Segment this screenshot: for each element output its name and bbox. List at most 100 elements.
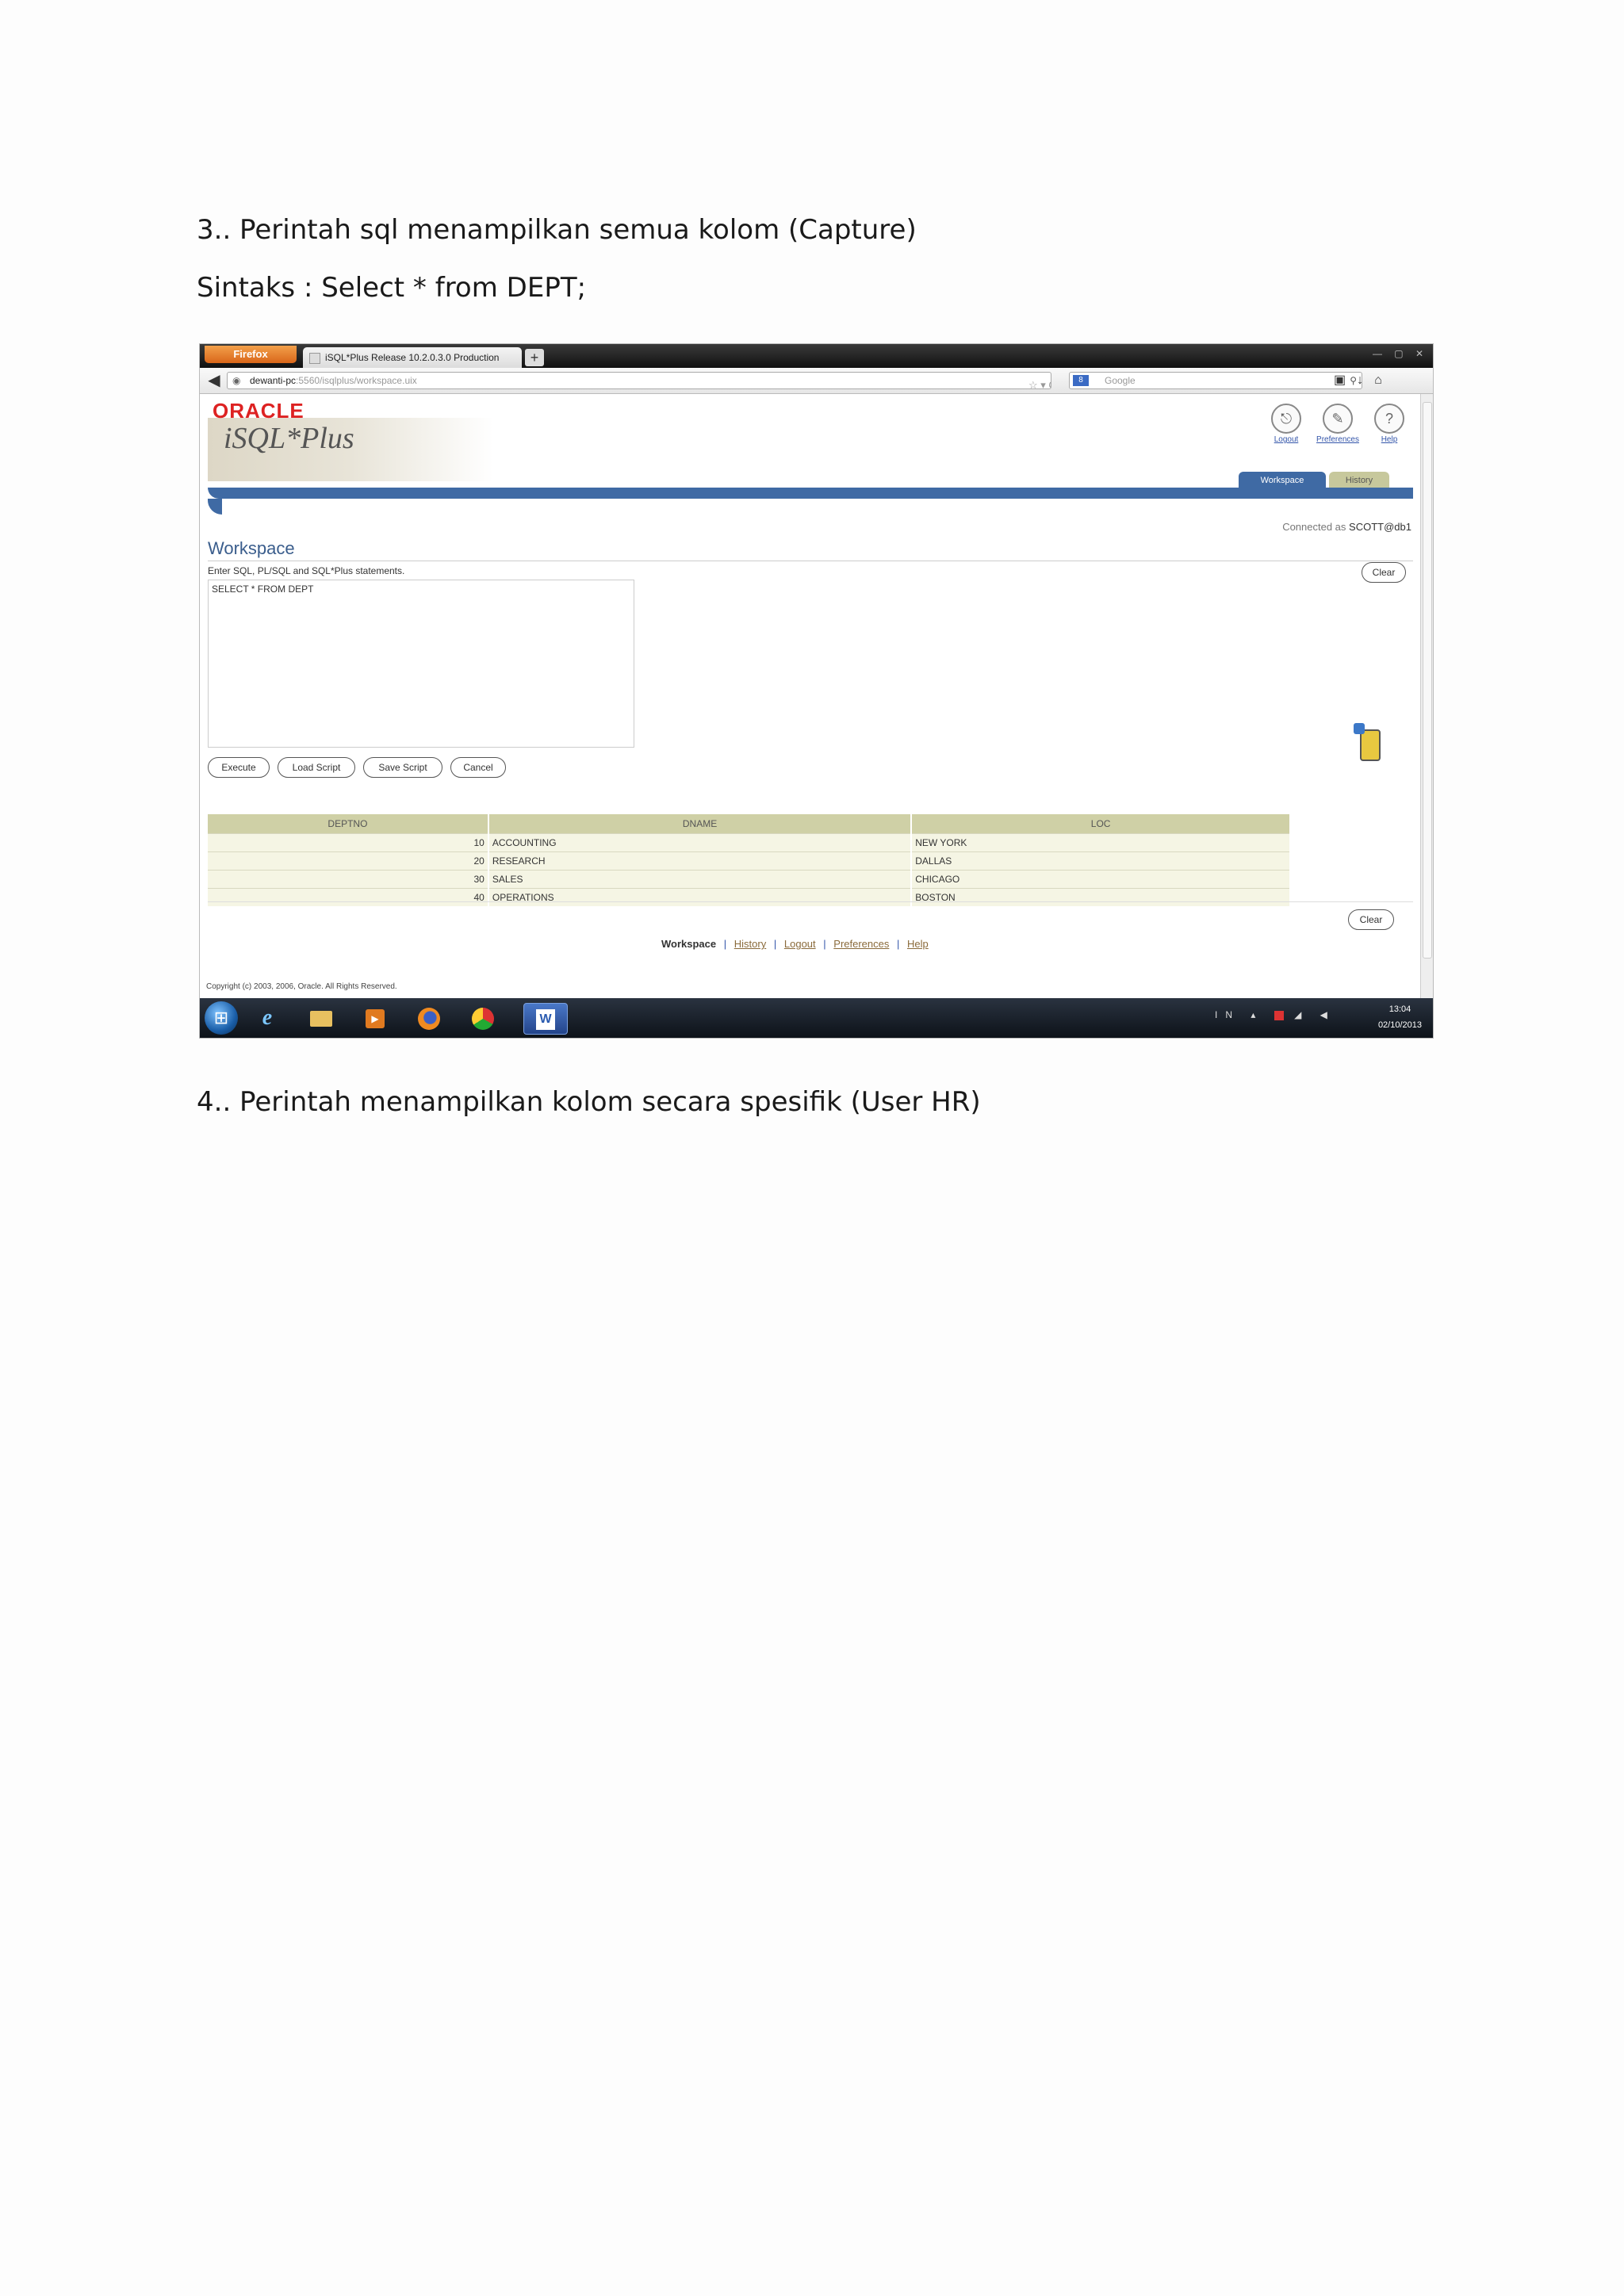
connected-as: Connected as SCOTT@db1 xyxy=(1282,521,1411,533)
help-label: Help xyxy=(1381,435,1398,444)
tab-bar-rule xyxy=(208,488,1413,499)
device-body xyxy=(1360,729,1381,761)
clock-time: 13:04 xyxy=(1388,1004,1411,1014)
footer-divider xyxy=(208,901,1413,902)
url-host: dewanti-pc xyxy=(250,375,297,386)
cell-dname: ACCOUNTING xyxy=(488,833,913,852)
column-header: DEPTNO xyxy=(208,814,489,834)
copyright-text: Copyright (c) 2003, 2006, Oracle. All Ri… xyxy=(206,982,397,991)
firefox-icon[interactable] xyxy=(411,1003,447,1033)
isqlplus-page: ORACLE iSQL*Plus ⎋ Logout ✎ Preferences … xyxy=(200,394,1421,998)
vertical-scrollbar[interactable] xyxy=(1420,394,1433,998)
search-input[interactable]: 8 Google ⚲ xyxy=(1069,372,1362,389)
start-orb-icon[interactable]: ⊞ xyxy=(205,1001,238,1035)
cell-dname: RESEARCH xyxy=(488,851,913,871)
footer-separator: | xyxy=(723,938,727,950)
help-link[interactable]: ? Help xyxy=(1365,404,1413,444)
tray-arrow-icon[interactable]: ▴ xyxy=(1251,1009,1263,1020)
network-icon[interactable]: ◢ xyxy=(1294,1009,1309,1020)
table-row: 40 OPERATIONS BOSTON xyxy=(208,888,1291,906)
section-heading-4: 4.. Perintah menampilkan kolom secara sp… xyxy=(197,1086,981,1118)
cell-dname: SALES xyxy=(488,870,913,889)
cell-deptno: 40 xyxy=(208,888,489,906)
help-icon: ? xyxy=(1374,404,1404,434)
tab-bar-curve xyxy=(208,499,222,515)
product-title: iSQL*Plus xyxy=(224,422,354,455)
screenshot-frame: Firefox iSQL*Plus Release 10.2.0.3.0 Pro… xyxy=(200,344,1433,1038)
bookmark-star-icon[interactable]: ☆ ▾ C xyxy=(1028,377,1051,388)
language-indicator[interactable]: IN xyxy=(1215,1009,1240,1020)
cell-deptno: 20 xyxy=(208,851,489,871)
back-arrow-icon[interactable]: ◀ xyxy=(205,371,224,390)
results-table: DEPTNO DNAME LOC 10 ACCOUNTING NEW YORK … xyxy=(208,814,1291,906)
taskbar-clock[interactable]: 13:04 02/10/2013 xyxy=(1378,1001,1422,1033)
browser-tab[interactable]: iSQL*Plus Release 10.2.0.3.0 Production xyxy=(303,347,522,368)
word-icon[interactable]: W xyxy=(523,1003,568,1035)
system-tray[interactable]: IN ▴ ◢ ◀ xyxy=(1215,1009,1335,1020)
scrollbar-thumb[interactable] xyxy=(1423,402,1432,959)
load-script-button[interactable]: Load Script xyxy=(278,757,355,778)
page-title: Workspace xyxy=(208,538,295,558)
tab-history[interactable]: History xyxy=(1329,472,1389,489)
url-path: :5560/isqlplus/workspace.uix xyxy=(296,375,417,386)
search-placeholder: Google xyxy=(1105,375,1136,386)
new-tab-button[interactable]: + xyxy=(525,349,544,366)
browser-nav-bar: ◀ ◉ dewanti-pc:5560/isqlplus/workspace.u… xyxy=(200,368,1433,394)
cell-deptno: 30 xyxy=(208,870,489,889)
save-script-button[interactable]: Save Script xyxy=(363,757,442,778)
volume-icon[interactable]: ◀ xyxy=(1320,1009,1335,1020)
sql-input[interactable]: SELECT * FROM DEPT xyxy=(208,580,634,748)
connected-as-label: Connected as xyxy=(1282,521,1346,533)
preferences-icon: ✎ xyxy=(1323,404,1353,434)
cell-loc: NEW YORK xyxy=(911,833,1291,852)
clear-button-bottom[interactable]: Clear xyxy=(1348,909,1394,930)
device-accent xyxy=(1354,723,1365,734)
footer-separator: | xyxy=(897,938,900,950)
table-row: 30 SALES CHICAGO xyxy=(208,870,1291,889)
clear-button[interactable]: Clear xyxy=(1362,562,1406,583)
logout-link[interactable]: ⎋ Logout xyxy=(1262,404,1310,444)
footer-separator: | xyxy=(823,938,826,950)
execute-button[interactable]: Execute xyxy=(208,757,270,778)
tab-workspace[interactable]: Workspace xyxy=(1239,472,1326,489)
table-row: 20 RESEARCH DALLAS xyxy=(208,851,1291,871)
firefox-menu-button[interactable]: Firefox xyxy=(205,346,297,363)
footer-links: Workspace | History | Logout | Preferenc… xyxy=(661,938,929,950)
footer-link-preferences[interactable]: Preferences xyxy=(833,938,889,950)
preferences-link[interactable]: ✎ Preferences xyxy=(1314,404,1362,444)
chrome-icon[interactable] xyxy=(465,1003,501,1033)
globe-icon: ◉ xyxy=(232,375,241,386)
column-header: DNAME xyxy=(488,814,913,834)
footer-separator: | xyxy=(773,938,777,950)
cell-dname: OPERATIONS xyxy=(488,888,913,906)
column-header: LOC xyxy=(911,814,1291,834)
file-explorer-icon[interactable] xyxy=(303,1003,339,1033)
cell-loc: CHICAGO xyxy=(911,870,1291,889)
address-bar[interactable]: ◉ dewanti-pc:5560/isqlplus/workspace.uix… xyxy=(227,372,1051,389)
logout-icon: ⎋ xyxy=(1271,404,1301,434)
instructions-text: Enter SQL, PL/SQL and SQL*Plus statement… xyxy=(208,565,405,576)
clock-date: 02/10/2013 xyxy=(1377,1020,1422,1030)
media-player-icon[interactable]: ▶ xyxy=(357,1003,393,1033)
oracle-logo: ORACLE xyxy=(213,399,304,423)
cell-loc: DALLAS xyxy=(911,851,1291,871)
nav-toolbar-icons[interactable]: ▣↓⌂ xyxy=(1334,372,1393,388)
logout-label: Logout xyxy=(1274,435,1299,444)
table-row: 10 ACCOUNTING NEW YORK xyxy=(208,833,1291,852)
cell-deptno: 10 xyxy=(208,833,489,852)
usb-device-icon[interactable] xyxy=(1354,723,1381,761)
internet-explorer-icon[interactable]: e xyxy=(249,1003,285,1033)
windows-taskbar: ⊞ e ▶ W IN ▴ ◢ ◀ 13:04 02/10/2013 xyxy=(200,998,1433,1038)
connected-as-user: SCOTT@db1 xyxy=(1349,521,1411,533)
cell-loc: BOSTON xyxy=(911,888,1291,906)
footer-link-logout[interactable]: Logout xyxy=(784,938,816,950)
browser-tab-bar: Firefox iSQL*Plus Release 10.2.0.3.0 Pro… xyxy=(200,344,1433,368)
search-engine-icon[interactable]: 8 xyxy=(1073,375,1089,386)
cancel-button[interactable]: Cancel xyxy=(450,757,506,778)
window-controls[interactable]: — ▢ ✕ xyxy=(1373,348,1428,359)
action-center-flag-icon[interactable] xyxy=(1274,1010,1284,1020)
footer-link-history[interactable]: History xyxy=(734,938,766,950)
footer-current-workspace: Workspace xyxy=(661,938,717,950)
section-heading-3: 3.. Perintah sql menampilkan semua kolom… xyxy=(197,214,917,246)
footer-link-help[interactable]: Help xyxy=(907,938,929,950)
